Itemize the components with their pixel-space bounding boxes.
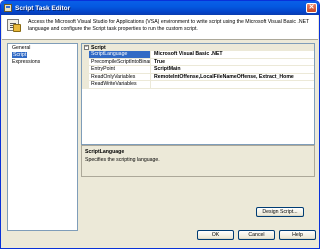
header-panel: Access the Microsoft Visual Studio for A… bbox=[2, 15, 318, 40]
cancel-button[interactable]: Cancel bbox=[238, 230, 275, 240]
property-row-scriptlanguage[interactable]: ScriptLanguage Microsoft Visual Basic .N… bbox=[82, 51, 314, 59]
property-row-readwritevariables[interactable]: ReadWriteVariables bbox=[82, 81, 314, 89]
page-nav-list: General Script Expressions bbox=[7, 43, 78, 231]
property-value[interactable]: True bbox=[151, 59, 314, 66]
header-description: Access the Microsoft Visual Studio for A… bbox=[28, 19, 310, 32]
category-row-script[interactable]: − Script bbox=[82, 44, 314, 51]
property-value[interactable]: RemoteIntOffense,LocalFileNameOffense, E… bbox=[151, 74, 314, 81]
property-row-entrypoint[interactable]: EntryPoint ScriptMain bbox=[82, 66, 314, 74]
nav-item-general[interactable]: General bbox=[8, 44, 77, 51]
ok-button[interactable]: OK bbox=[197, 230, 234, 240]
collapse-icon[interactable]: − bbox=[84, 45, 89, 50]
property-grid: − Script ScriptLanguage Microsoft Visual… bbox=[81, 43, 315, 145]
design-script-button[interactable]: Design Script... bbox=[256, 207, 304, 217]
window-title: Script Task Editor bbox=[15, 4, 71, 12]
description-panel: ScriptLanguage Specifies the scripting l… bbox=[81, 145, 315, 177]
app-icon bbox=[4, 4, 12, 12]
property-row-precompile[interactable]: PrecompileScriptIntoBinaryCo True bbox=[82, 58, 314, 66]
close-button[interactable]: ✕ bbox=[306, 3, 317, 13]
title-bar[interactable]: Script Task Editor ✕ bbox=[1, 1, 319, 15]
property-name: EntryPoint bbox=[89, 66, 151, 73]
property-name: ReadOnlyVariables bbox=[89, 73, 151, 80]
script-task-editor-window: Script Task Editor ✕ Access the Microsof… bbox=[0, 0, 320, 249]
property-name: ReadWriteVariables bbox=[89, 81, 151, 88]
category-label: Script bbox=[91, 44, 106, 51]
script-task-icon bbox=[7, 19, 21, 32]
close-icon: ✕ bbox=[308, 4, 315, 11]
nav-item-expressions[interactable]: Expressions bbox=[8, 58, 77, 65]
description-title: ScriptLanguage bbox=[85, 149, 125, 155]
nav-item-script[interactable]: Script bbox=[8, 51, 77, 58]
help-button[interactable]: Help bbox=[279, 230, 316, 240]
property-row-readonlyvariables[interactable]: ReadOnlyVariables RemoteIntOffense,Local… bbox=[82, 73, 314, 81]
property-name: PrecompileScriptIntoBinaryCo bbox=[91, 58, 151, 65]
description-text: Specifies the scripting language. bbox=[85, 157, 160, 163]
property-value[interactable] bbox=[151, 81, 314, 88]
property-value[interactable]: ScriptMain bbox=[151, 66, 314, 73]
property-name: ScriptLanguage bbox=[89, 51, 151, 58]
property-value[interactable]: Microsoft Visual Basic .NET bbox=[151, 51, 314, 58]
